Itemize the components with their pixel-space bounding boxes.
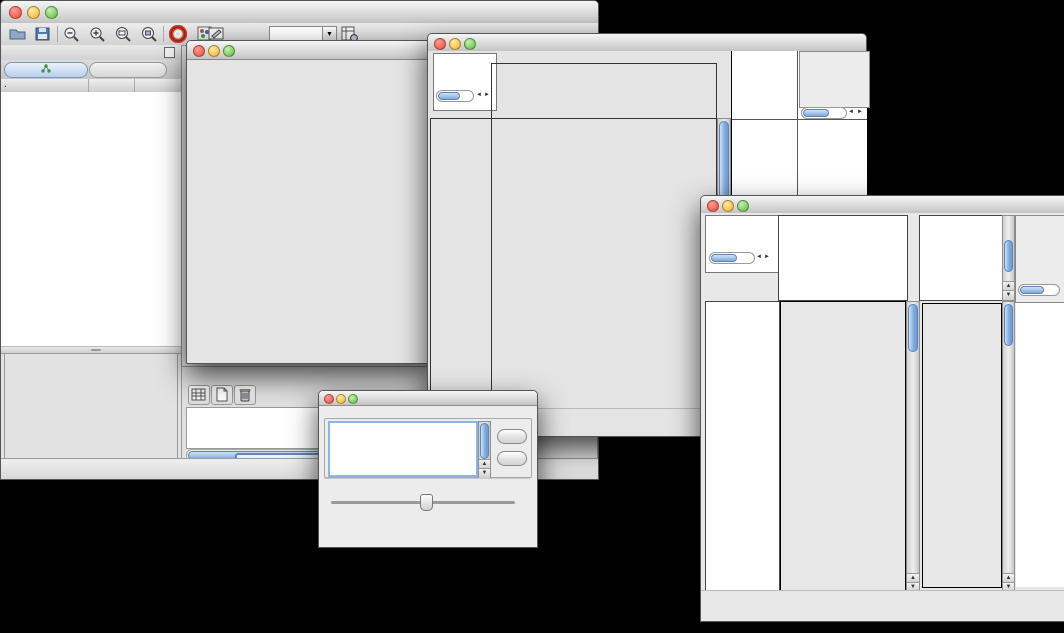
treeview2-window: ◄ ► ▲ ▼ ▲ ▼ ▲ ▼ <box>700 195 1064 622</box>
control-panel: . <box>1 45 182 459</box>
save-icon[interactable] <box>34 26 52 42</box>
close-button[interactable] <box>9 6 22 19</box>
zoom-button[interactable] <box>348 394 358 404</box>
tv1-global-heatmap[interactable] <box>491 118 717 411</box>
tv2-rowlabel-vscrollbar[interactable]: ▲ ▼ <box>1002 301 1015 593</box>
tab-network[interactable] <box>4 62 88 78</box>
map-colors-dialog: ▲ ▼ <box>318 390 538 548</box>
tv1-view-status-panel: ◄ ► <box>433 53 497 111</box>
help-lifesaver-icon[interactable] <box>169 25 187 43</box>
zoom-fit-icon[interactable] <box>114 26 134 42</box>
minimize-button[interactable] <box>336 394 346 404</box>
close-button[interactable] <box>707 200 719 212</box>
dialog-titlebar[interactable] <box>319 391 537 406</box>
delete-attribute-trash-icon[interactable] <box>234 385 256 405</box>
close-button[interactable] <box>434 38 446 50</box>
tv2-global-heatmap[interactable] <box>780 301 906 591</box>
tab-overflow-button[interactable] <box>167 62 179 76</box>
close-button[interactable] <box>193 45 205 57</box>
scroll-left-icon[interactable]: ◄ <box>476 90 482 100</box>
main-titlebar[interactable] <box>1 1 598 24</box>
network-canvas[interactable] <box>187 59 430 363</box>
treeview2-titlebar[interactable] <box>701 196 1064 214</box>
zoom-out-icon[interactable] <box>63 26 81 42</box>
tv2-view-status-panel: ◄ ► <box>705 215 781 273</box>
minimize-button[interactable] <box>208 45 220 57</box>
slider-thumb[interactable] <box>420 494 433 511</box>
zoom-button[interactable] <box>737 200 749 212</box>
tv2-usage-hints-panel <box>1015 215 1064 303</box>
tv2-row-dendrogram[interactable] <box>705 301 780 591</box>
scroll-right-icon[interactable]: ► <box>857 107 863 117</box>
tab-vizmapper[interactable] <box>89 62 167 78</box>
tv2-collabel-vscrollbar[interactable]: ▲ ▼ <box>1002 215 1015 301</box>
desktop: { "colors":{"accent_blue":"#3c73d8","row… <box>0 0 1064 633</box>
attribute-list-scrollbar[interactable]: ▲ ▼ <box>478 421 491 479</box>
scroll-left-icon[interactable]: ◄ <box>848 107 854 117</box>
close-button[interactable] <box>324 394 334 404</box>
attribute-list-groupbox: ▲ ▼ <box>324 418 532 478</box>
network-view-window <box>186 40 433 364</box>
float-panel-icon[interactable] <box>164 47 175 58</box>
view-status-scrollbar[interactable] <box>709 252 755 264</box>
tv1-usage-hints-panel <box>799 51 870 108</box>
network-tab-icon <box>41 64 51 73</box>
tv1-column-labels <box>732 51 796 118</box>
tv1-column-dendrogram[interactable] <box>491 63 717 119</box>
col-network[interactable]: . <box>4 79 7 90</box>
open-folder-icon[interactable] <box>9 26 27 42</box>
tv2-row-labels <box>1016 303 1064 587</box>
zoom-button[interactable] <box>464 38 476 50</box>
scroll-down-icon[interactable]: ▼ <box>479 468 490 478</box>
tv2-zoom-heatmap[interactable] <box>922 303 1002 588</box>
dialog-button-row <box>319 525 537 545</box>
tv2-usage-scrollbar[interactable] <box>1018 284 1060 296</box>
minimize-button[interactable] <box>722 200 734 212</box>
zoom-in-icon[interactable] <box>89 26 107 42</box>
tv1-row-dendrogram[interactable] <box>430 118 492 411</box>
move-up-button[interactable] <box>497 429 527 444</box>
tv2-column-labels <box>919 215 1003 301</box>
network-table-header: . <box>1 79 181 93</box>
attribute-list[interactable] <box>328 421 478 477</box>
control-panel-header <box>1 45 181 61</box>
tv2-heatmap-vscrollbar[interactable]: ▲ ▼ <box>906 301 920 593</box>
select-attributes-icon[interactable] <box>188 385 210 405</box>
minimize-button[interactable] <box>27 6 40 19</box>
scroll-left-icon[interactable]: ◄ <box>756 252 762 262</box>
tv1-usage-scrollbar[interactable] <box>801 107 847 119</box>
scroll-right-icon[interactable]: ► <box>484 90 490 100</box>
tv2-column-dendrogram[interactable] <box>778 215 908 301</box>
tv2-button-row <box>701 590 1064 621</box>
zoom-button[interactable] <box>223 45 235 57</box>
minimize-button[interactable] <box>449 38 461 50</box>
view-status-scrollbar[interactable] <box>436 90 474 102</box>
tv1-row-labels <box>800 122 860 172</box>
network-overview-thumbnail[interactable] <box>4 353 178 461</box>
move-down-button[interactable] <box>497 451 527 466</box>
treeview1-titlebar[interactable] <box>428 34 866 52</box>
search-input[interactable] <box>269 26 323 41</box>
network-list <box>1 92 181 346</box>
scroll-down-icon[interactable]: ▼ <box>1003 290 1014 300</box>
create-attribute-icon[interactable] <box>211 385 233 405</box>
network-view-titlebar[interactable] <box>187 41 432 60</box>
zoom-button[interactable] <box>45 6 58 19</box>
control-panel-tabs <box>1 60 181 80</box>
zoom-selected-icon[interactable] <box>140 26 160 42</box>
tv1-zoom-heatmap[interactable] <box>734 122 782 170</box>
scroll-right-icon[interactable]: ► <box>764 252 770 262</box>
